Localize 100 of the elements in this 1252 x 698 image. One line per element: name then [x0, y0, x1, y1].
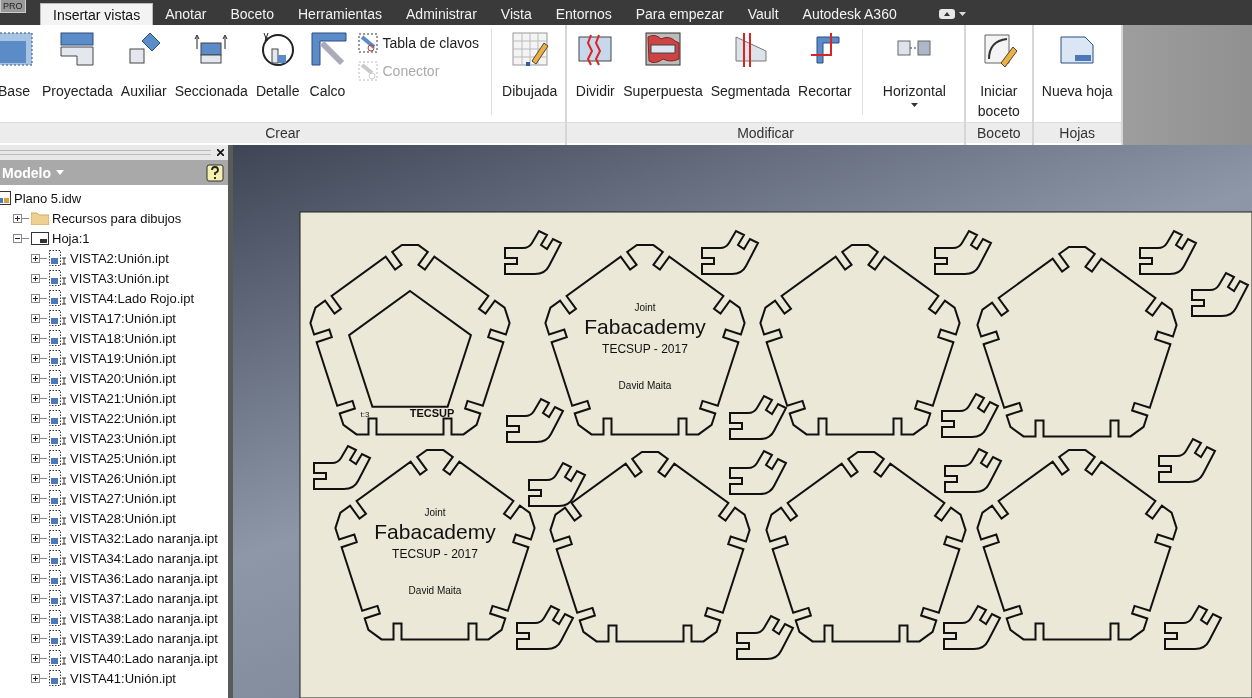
expand-icon[interactable]: [31, 253, 47, 263]
tree-item[interactable]: VISTA21:Unión.ipt: [69, 390, 177, 406]
ribbon-button[interactable]: Auxiliar: [116, 29, 171, 101]
ribbon-dropdown[interactable]: Horizontal: [868, 29, 960, 107]
table-icon: [357, 33, 378, 53]
view-icon: [49, 450, 67, 466]
ribbon-button[interactable]: Seccionada: [170, 29, 252, 101]
expand-icon[interactable]: [31, 533, 47, 543]
panel-label: Boceto: [965, 122, 1032, 143]
ribbon-tab[interactable]: Vault: [735, 3, 791, 25]
ribbon-tab[interactable]: Boceto: [218, 3, 286, 25]
tree-item[interactable]: VISTA3:Unión.ipt: [69, 270, 170, 286]
ribbon-tab[interactable]: Administrar: [394, 3, 489, 25]
expand-icon[interactable]: [31, 433, 47, 443]
tree-item[interactable]: VISTA2:Unión.ipt: [69, 250, 170, 266]
expand-icon[interactable]: [31, 393, 47, 403]
joint-bracket: [506, 398, 564, 443]
expand-icon[interactable]: [31, 453, 47, 463]
ribbon-button[interactable]: Recortar: [794, 29, 856, 101]
tree-item[interactable]: VISTA40:Lado naranja.ipt: [69, 650, 219, 666]
tree-item[interactable]: VISTA37:Lado naranja.ipt: [69, 590, 219, 606]
ribbon-tab[interactable]: Insertar vistas: [40, 3, 154, 25]
expand-icon[interactable]: [31, 413, 47, 423]
tree-item[interactable]: VISTA4:Lado Rojo.ipt: [69, 290, 196, 306]
ribbon-button[interactable]: Nueva hoja: [1037, 29, 1117, 101]
tree-item[interactable]: VISTA22:Unión.ipt: [69, 410, 177, 426]
ribbon-tab[interactable]: Para empezar: [623, 3, 736, 25]
joint-bracket: [1158, 438, 1216, 483]
caret-icon: [56, 170, 64, 175]
expand-icon[interactable]: [31, 593, 47, 603]
joint-bracket: [729, 450, 787, 495]
view-icon: [49, 290, 67, 306]
ribbon-button[interactable]: Base: [0, 29, 38, 101]
engraved-subtitle: Joint: [634, 302, 656, 313]
expand-icon[interactable]: [31, 493, 47, 503]
expand-icon[interactable]: [31, 333, 47, 343]
tree-item[interactable]: Recursos para dibujos: [51, 210, 183, 226]
folder-icon: [31, 211, 49, 225]
ribbon-button[interactable]: Superpuesta: [619, 29, 707, 101]
expand-icon[interactable]: [31, 513, 47, 523]
engraved-text: TECSUP - 2017: [602, 342, 688, 356]
ribbon-button[interactable]: Dibujada: [498, 29, 562, 101]
expand-icon[interactable]: [31, 313, 47, 323]
drawn-grid-icon: [509, 29, 550, 69]
ribbon-button[interactable]: Iniciar boceto: [969, 29, 1028, 121]
collapse-icon[interactable]: [13, 233, 29, 243]
view-icon: [49, 430, 67, 446]
ribbon-tab[interactable]: Herramientas: [286, 3, 394, 25]
expand-icon[interactable]: [31, 273, 47, 283]
expand-icon[interactable]: [31, 553, 47, 563]
panel-label: Modificar: [567, 122, 964, 143]
ribbon-small-button[interactable]: Tabla de clavos: [357, 33, 479, 53]
expand-icon[interactable]: [13, 213, 29, 223]
expand-icon[interactable]: [31, 373, 47, 383]
expand-icon[interactable]: [31, 633, 47, 643]
help-icon[interactable]: [206, 163, 224, 182]
tree-item[interactable]: VISTA26:Unión.ipt: [69, 470, 177, 486]
tree-item[interactable]: VISTA41:Unión.ipt: [69, 670, 177, 686]
ribbon-button[interactable]: Dividir: [571, 29, 620, 101]
engraved-subtitle: Joint: [424, 507, 446, 518]
close-icon[interactable]: [217, 149, 224, 156]
ribbon-tab[interactable]: Entornos: [543, 3, 624, 25]
tree-item[interactable]: VISTA36:Lado naranja.ipt: [69, 570, 219, 586]
joint-bracket: [934, 230, 992, 275]
tree-item[interactable]: VISTA17:Unión.ipt: [69, 310, 177, 326]
tree-item[interactable]: VISTA23:Unión.ipt: [69, 430, 177, 446]
expand-icon[interactable]: [31, 473, 47, 483]
view-icon: [49, 510, 67, 526]
joint-bracket: [1139, 230, 1197, 275]
dropdown-arrow-icon[interactable]: [958, 12, 966, 16]
joint-bracket: [516, 605, 574, 650]
ribbon-button[interactable]: Proyectada: [38, 29, 117, 101]
tree-item[interactable]: VISTA20:Unión.ipt: [69, 370, 177, 386]
tree-item[interactable]: VISTA38:Lado naranja.ipt: [69, 610, 219, 626]
tree-item[interactable]: VISTA34:Lado naranja.ipt: [69, 550, 219, 566]
tree-item[interactable]: Plano 5.idw: [13, 190, 83, 206]
ribbon-button[interactable]: Segmentada: [706, 29, 795, 101]
tree-item[interactable]: VISTA19:Unión.ipt: [69, 350, 177, 366]
expand-icon[interactable]: [31, 673, 47, 683]
expand-icon[interactable]: [31, 353, 47, 363]
ribbon-button[interactable]: Detalle: [251, 29, 304, 101]
expand-icon[interactable]: [31, 613, 47, 623]
expand-icon[interactable]: [31, 573, 47, 583]
ribbon-tab[interactable]: Anotar: [153, 3, 219, 25]
expand-icon[interactable]: [31, 293, 47, 303]
ribbon-tab[interactable]: Autodesk A360: [790, 3, 909, 25]
view-icon: [49, 650, 67, 666]
expand-icon[interactable]: [31, 653, 47, 663]
ribbon-button[interactable]: Calco: [303, 29, 352, 101]
tree-item[interactable]: Hoja:1: [51, 230, 91, 246]
tree-item[interactable]: VISTA18:Unión.ipt: [69, 330, 177, 346]
tree-item[interactable]: VISTA32:Lado naranja.ipt: [69, 530, 219, 546]
tree-item[interactable]: VISTA28:Unión.ipt: [69, 510, 177, 526]
view-icon: [49, 630, 67, 646]
tree-item[interactable]: VISTA39:Lado naranja.ipt: [69, 630, 219, 646]
tree-item[interactable]: VISTA27:Unión.ipt: [69, 490, 177, 506]
engraved-text: TECSUP: [409, 407, 455, 419]
tree-item[interactable]: VISTA25:Unión.ipt: [69, 450, 177, 466]
ribbon-tab[interactable]: Vista: [488, 3, 544, 25]
panel-toggle-icon[interactable]: [938, 9, 955, 19]
